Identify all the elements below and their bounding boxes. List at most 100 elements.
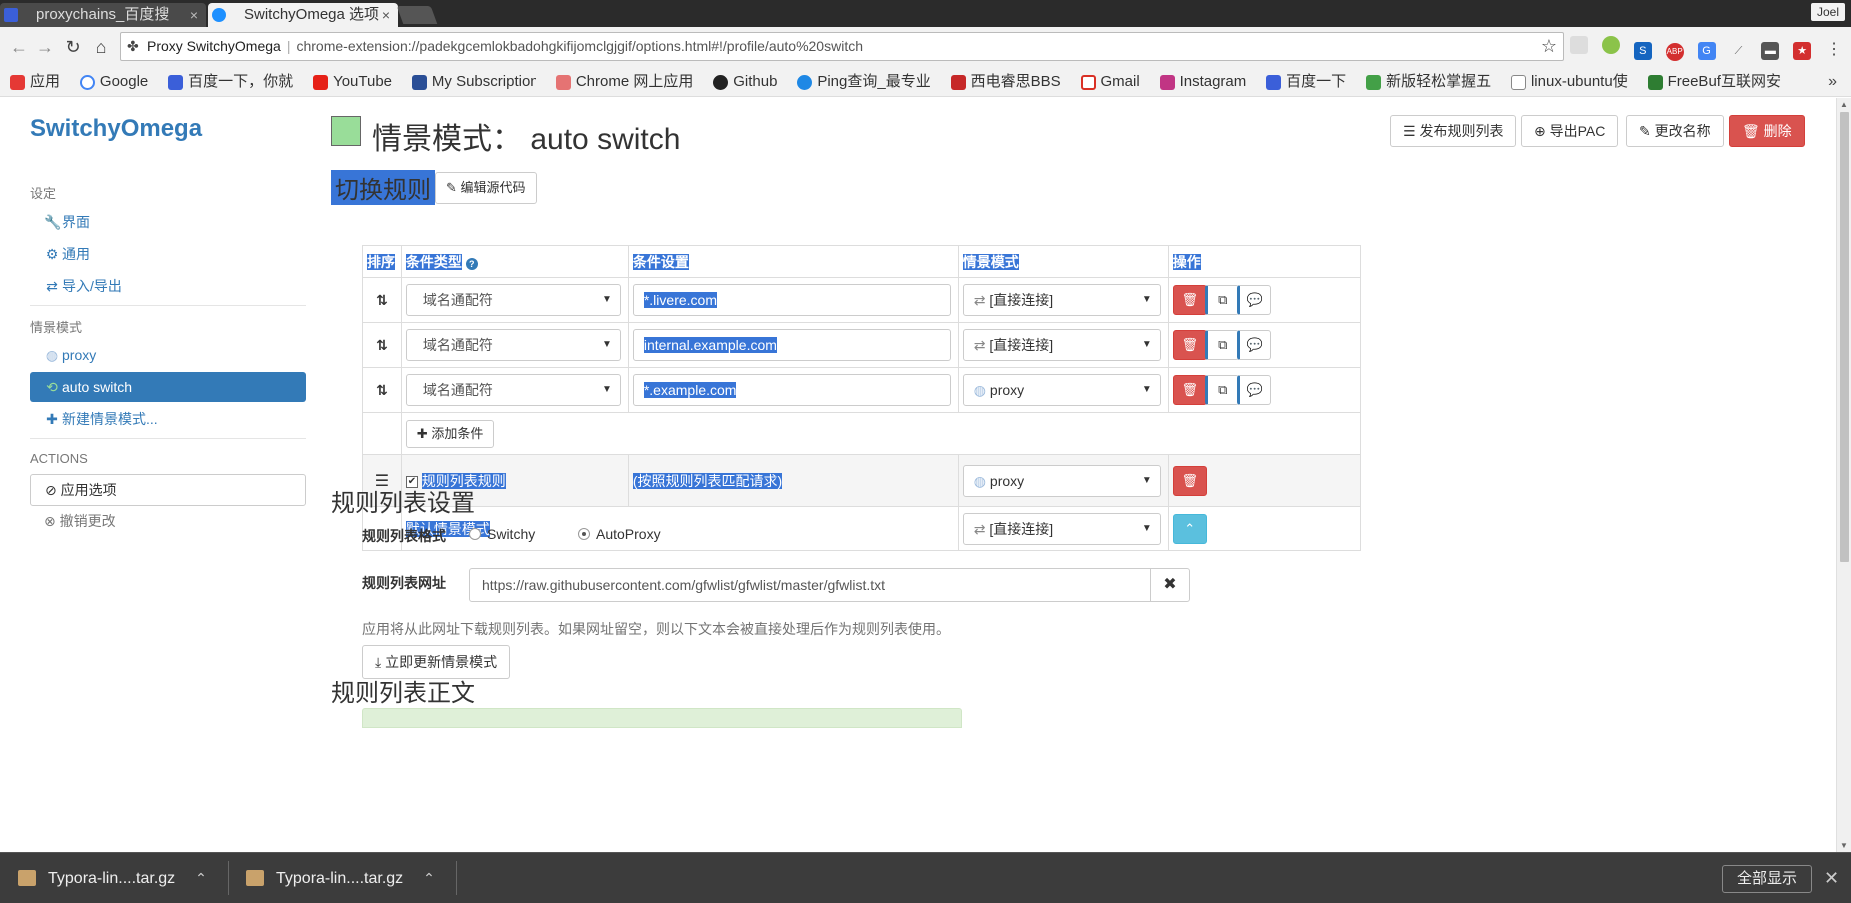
- reload-icon[interactable]: ↻: [62, 36, 84, 58]
- condition-type-select[interactable]: 域名通配符 ▼: [405, 329, 621, 361]
- format-radio-switchy[interactable]: Switchy: [469, 526, 535, 542]
- chevron-up-icon[interactable]: ⌃: [195, 870, 207, 886]
- delete-rule-list-button[interactable]: 🗑: [1172, 465, 1207, 496]
- sidebar-item-proxy[interactable]: ◍ proxy: [30, 340, 306, 370]
- sort-handle-icon[interactable]: ⇅: [362, 277, 402, 323]
- rename-button[interactable]: ✎ 更改名称: [1626, 115, 1724, 147]
- back-arrow-icon[interactable]: ←: [8, 36, 30, 58]
- bookmark-baidu[interactable]: 百度一下，你就: [166, 67, 293, 96]
- bookmarks-bar: 应用 Google 百度一下，你就 YouTube My Subscriptio…: [0, 67, 1851, 97]
- chevron-up-icon[interactable]: ⌃: [1172, 513, 1207, 544]
- bookmark-xidian-bbs[interactable]: 西电睿思BBS: [949, 67, 1061, 96]
- bookmark-my-subscription[interactable]: My Subscription: [410, 67, 536, 96]
- close-tab-icon[interactable]: ×: [190, 3, 198, 27]
- rule-profile-select[interactable]: ◍ proxy ▼: [962, 374, 1161, 406]
- bookmark-baidu-2[interactable]: 百度一下: [1264, 67, 1346, 96]
- bookmark-linux-ubuntu[interactable]: linux-ubuntu使: [1509, 67, 1628, 96]
- extension-icon[interactable]: ★: [1793, 42, 1812, 60]
- sidebar-item-general[interactable]: ⚙ 通用: [30, 239, 306, 269]
- scrollbar-thumb[interactable]: [1840, 112, 1849, 562]
- edit-source-button[interactable]: ✎ 编辑源代码: [435, 172, 537, 204]
- rule-list-profile-select[interactable]: ◍ proxy ▼: [962, 464, 1161, 497]
- sidebar-item-new-profile[interactable]: ✚ 新建情景模式...: [30, 404, 306, 434]
- extension-icon[interactable]: ▬: [1761, 42, 1780, 60]
- clone-rule-button[interactable]: ⧉: [1204, 330, 1239, 360]
- scroll-down-icon[interactable]: ▼: [1840, 841, 1848, 850]
- condition-pattern-input[interactable]: internal.example.com: [632, 329, 951, 361]
- default-profile-select[interactable]: ⇄ [直接连接] ▼: [962, 512, 1161, 545]
- bookmark-chrome-store[interactable]: Chrome 网上应用: [554, 67, 693, 96]
- clone-rule-button[interactable]: ⧉: [1204, 375, 1239, 405]
- subscription-icon: [411, 75, 427, 90]
- tab-proxychains[interactable]: proxychains_百度搜 ×: [0, 3, 206, 27]
- publish-rule-list-button[interactable]: ☰ 发布规则列表: [1390, 115, 1517, 147]
- bookmark-github[interactable]: Github: [711, 67, 777, 96]
- help-question-icon[interactable]: ?: [465, 257, 478, 270]
- rule-profile-select[interactable]: ⇄ [直接连接] ▼: [962, 284, 1161, 316]
- adblock-extension-icon[interactable]: ABP: [1665, 43, 1684, 61]
- extension-icon[interactable]: [1570, 36, 1588, 54]
- omnibox-separator: |: [286, 38, 291, 54]
- sidebar-item-import-export[interactable]: ⇄ 导入/导出: [30, 271, 306, 301]
- new-tab-button[interactable]: [396, 6, 438, 24]
- tab-switchyomega[interactable]: SwitchyOmega 选项 ×: [208, 3, 398, 27]
- bookmark-youtube[interactable]: YouTube: [311, 67, 392, 96]
- actions-header: ACTIONS: [30, 451, 88, 466]
- delete-rule-button[interactable]: 🗑: [1172, 285, 1207, 315]
- download-item[interactable]: Typora-lin....tar.gz ⌃: [0, 853, 207, 903]
- clone-rule-button[interactable]: ⧉: [1204, 285, 1239, 315]
- chevron-up-icon[interactable]: ⌃: [423, 870, 435, 886]
- rule-list-url-label: 规则列表网址: [362, 575, 446, 591]
- home-icon[interactable]: ⌂: [90, 36, 112, 58]
- show-all-downloads-button[interactable]: 全部显示: [1722, 865, 1813, 893]
- condition-type-select[interactable]: 域名通配符 ▼: [405, 284, 621, 316]
- bookmark-instagram[interactable]: Instagram: [1158, 67, 1246, 96]
- export-pac-button[interactable]: ⊕ 导出PAC: [1521, 115, 1619, 147]
- apply-options-button[interactable]: ⊘ 应用选项: [30, 474, 306, 506]
- rule-list-text-area[interactable]: [362, 708, 962, 728]
- bookmark-gmail[interactable]: Gmail: [1079, 67, 1140, 96]
- bookmark-freebuf[interactable]: FreeBuf互联网安: [1646, 67, 1781, 96]
- format-radio-autoproxy[interactable]: AutoProxy: [578, 526, 661, 542]
- delete-rule-button[interactable]: 🗑: [1172, 330, 1207, 360]
- rule-profile-select[interactable]: ⇄ [直接连接] ▼: [962, 329, 1161, 361]
- forward-arrow-icon[interactable]: →: [34, 36, 56, 58]
- bookmark-star-icon[interactable]: ☆: [1541, 33, 1557, 60]
- clear-url-button[interactable]: ✖: [1150, 568, 1190, 602]
- profile-color-swatch[interactable]: [331, 116, 361, 146]
- comment-rule-button[interactable]: 💬: [1236, 330, 1271, 360]
- extension-icon[interactable]: [1601, 36, 1620, 54]
- condition-type-select[interactable]: 域名通配符 ▼: [405, 374, 621, 406]
- scroll-up-icon[interactable]: ▲: [1840, 100, 1848, 109]
- close-tab-icon[interactable]: ×: [382, 3, 390, 27]
- bookmark-google[interactable]: Google: [78, 67, 148, 96]
- delete-profile-button[interactable]: 🗑 删除: [1729, 115, 1805, 147]
- switchyomega-extension-icon[interactable]: S: [1633, 42, 1652, 60]
- add-condition-row: ✚ 添加条件: [362, 412, 1362, 455]
- close-download-bar-icon[interactable]: ✕: [1824, 865, 1839, 891]
- profile-user-button[interactable]: Joel: [1810, 3, 1845, 21]
- discard-changes-button[interactable]: ⊗ 撤销更改: [30, 506, 116, 536]
- bookmark-apps[interactable]: 应用: [8, 67, 60, 96]
- address-bar[interactable]: ✤ Proxy SwitchyOmega | chrome-extension://…: [120, 32, 1564, 61]
- bookmarks-overflow-button[interactable]: »: [1828, 67, 1837, 96]
- delete-rule-button[interactable]: 🗑: [1172, 375, 1207, 405]
- menu-icon[interactable]: ⋮: [1825, 41, 1843, 59]
- translate-extension-icon[interactable]: G: [1697, 42, 1716, 60]
- comment-rule-button[interactable]: 💬: [1236, 375, 1271, 405]
- sidebar-item-ui[interactable]: 🔧界面: [30, 207, 306, 237]
- page-scrollbar[interactable]: ▲ ▼: [1836, 98, 1851, 852]
- sort-handle-icon[interactable]: ⇅: [362, 367, 402, 413]
- brand-title[interactable]: SwitchyOmega: [30, 115, 202, 143]
- sort-handle-icon[interactable]: ⇅: [362, 322, 402, 368]
- rule-list-url-input[interactable]: https://raw.githubusercontent.com/gfwlis…: [469, 568, 1151, 602]
- comment-rule-button[interactable]: 💬: [1236, 285, 1271, 315]
- download-item[interactable]: Typora-lin....tar.gz ⌃: [228, 853, 435, 903]
- condition-pattern-input[interactable]: *.example.com: [632, 374, 951, 406]
- bookmark-ping[interactable]: Ping查询_最专业: [795, 67, 931, 96]
- sidebar-item-auto-switch[interactable]: ⟲ auto switch: [30, 372, 306, 402]
- extension-icon[interactable]: ⟋: [1729, 42, 1747, 60]
- bookmark-easy-master[interactable]: 新版轻松掌握五: [1364, 67, 1491, 96]
- condition-pattern-input[interactable]: *.livere.com: [632, 284, 951, 316]
- add-condition-button[interactable]: ✚ 添加条件: [405, 419, 495, 448]
